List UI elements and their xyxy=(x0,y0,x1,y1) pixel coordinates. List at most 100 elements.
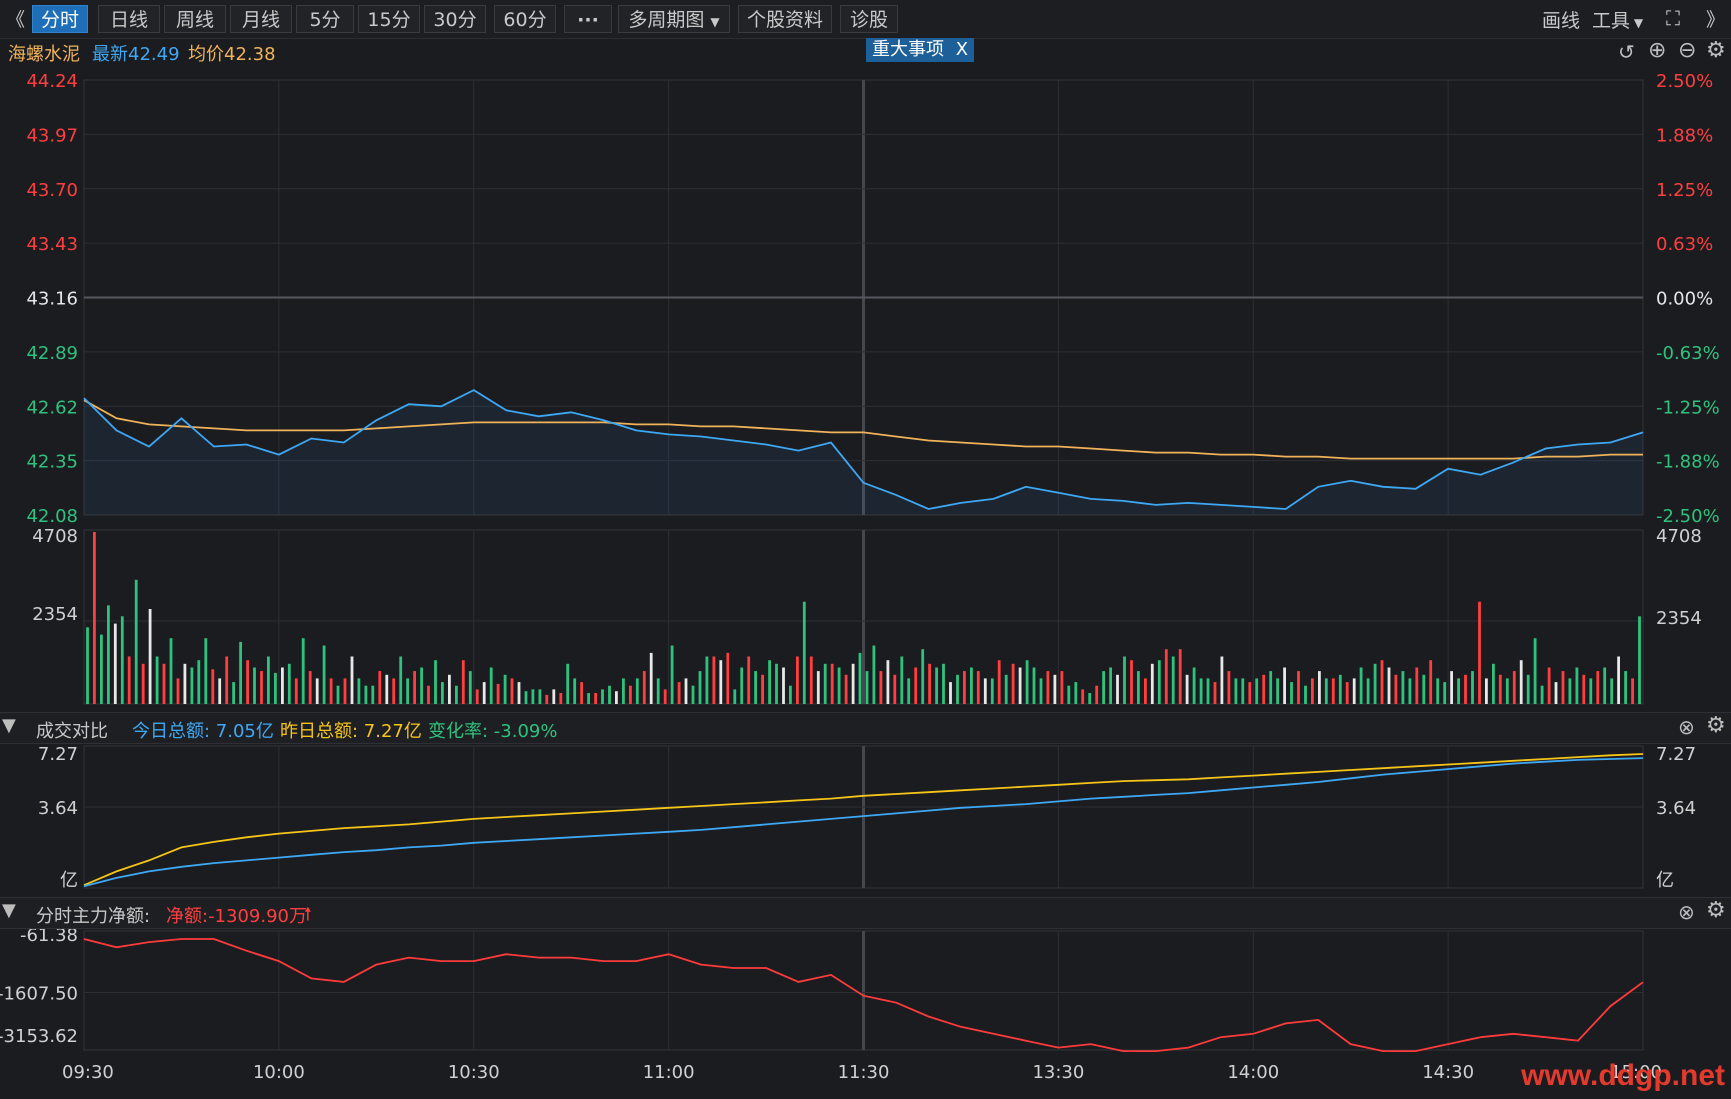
volume-bar xyxy=(225,656,229,704)
volume-bar xyxy=(141,663,145,704)
tab-60min[interactable]: 60分 xyxy=(494,5,556,33)
volume-bar xyxy=(684,678,688,704)
tab-intraday[interactable]: 分时 xyxy=(32,5,88,33)
volume-bar xyxy=(1039,678,1043,704)
volume-bar xyxy=(733,689,737,704)
volume-bar xyxy=(1324,678,1328,704)
volume-bar xyxy=(1512,671,1516,704)
close-icon[interactable]: ⊗ xyxy=(1678,715,1695,739)
price-line xyxy=(83,389,1644,510)
pct-tick-label: 1.25% xyxy=(1656,180,1713,201)
pct-tick-label: 2.50% xyxy=(1656,71,1713,92)
volume-bar xyxy=(1248,682,1252,704)
time-axis-label: 09:30 xyxy=(62,1062,114,1083)
volume-bar xyxy=(1150,663,1154,704)
compare-tick-label: 亿 xyxy=(1656,870,1674,891)
undo-icon[interactable]: ↺ xyxy=(1618,40,1635,64)
tab-daily[interactable]: 日线 xyxy=(98,5,160,33)
volume-bar xyxy=(663,689,667,704)
main-net-header: ▼ 分时主力净额: 净额:-1309.90万 🠕 ⊗ ⚙ xyxy=(0,897,1731,929)
volume-bar xyxy=(1547,667,1551,704)
tab-diagnosis[interactable]: 诊股 xyxy=(840,5,898,33)
yesterday-total: 昨日总额: 7.27亿 xyxy=(280,721,422,742)
volume-bar xyxy=(865,671,869,704)
volume-bar xyxy=(1436,678,1440,704)
volume-bar xyxy=(893,674,897,704)
volume-bar xyxy=(281,667,284,704)
time-axis-label: 13:30 xyxy=(1032,1062,1084,1083)
net-tick-label: -3153.62 xyxy=(0,1026,78,1047)
tab-monthly[interactable]: 月线 xyxy=(230,5,292,33)
settings-icon[interactable]: ⚙ xyxy=(1706,38,1726,63)
volume-bar xyxy=(169,638,173,704)
volume-bar xyxy=(267,656,270,704)
volume-bar xyxy=(364,685,368,704)
volume-bar xyxy=(1060,671,1064,704)
volume-bar xyxy=(1088,693,1092,704)
volume-bar xyxy=(1206,678,1210,704)
volume-bar xyxy=(517,682,521,704)
settings-icon[interactable]: ⚙ xyxy=(1706,898,1726,923)
collapse-toggle-icon[interactable]: ▼ xyxy=(2,900,16,921)
zoom-out-icon[interactable]: ⊖ xyxy=(1678,38,1696,63)
volume-bar xyxy=(211,669,215,704)
expand-right-icon[interactable]: 》 xyxy=(1706,5,1725,32)
major-events-button[interactable]: 重大事项 X xyxy=(866,38,975,62)
more-button[interactable]: ··· xyxy=(564,5,612,33)
tab-stock-profile[interactable]: 个股资料 xyxy=(738,5,832,33)
tab-15min[interactable]: 15分 xyxy=(358,5,420,33)
volume-bar xyxy=(1582,674,1586,704)
volume-bar xyxy=(1102,671,1105,704)
volume-bar xyxy=(1311,678,1314,704)
close-icon[interactable]: ⊗ xyxy=(1678,900,1695,924)
volume-bar xyxy=(1255,678,1259,704)
turnover-compare-header: ▼ 成交对比 今日总额: 7.05亿 昨日总额: 7.27亿 变化率: -3.0… xyxy=(0,712,1731,744)
volume-bar xyxy=(148,609,152,704)
time-axis-label: 10:30 xyxy=(448,1062,500,1083)
volume-bar xyxy=(1617,656,1620,704)
volume-bar xyxy=(531,689,535,704)
volume-bar xyxy=(1178,649,1182,704)
zoom-in-icon[interactable]: ⊕ xyxy=(1648,38,1666,63)
volume-bar xyxy=(475,689,479,704)
volume-bar xyxy=(1464,674,1467,704)
volume-bar xyxy=(197,660,201,704)
volume-bar xyxy=(1046,671,1050,704)
volume-bar xyxy=(552,689,556,704)
volume-bar xyxy=(1318,671,1321,704)
average-price: 均价42.38 xyxy=(188,44,276,65)
tab-5min[interactable]: 5分 xyxy=(296,5,354,33)
close-icon[interactable]: X xyxy=(956,39,968,60)
avg-price-line xyxy=(83,399,1643,460)
volume-bar xyxy=(190,667,194,704)
time-axis-label: 14:30 xyxy=(1422,1062,1474,1083)
tools-menu[interactable]: 工具 ▼ xyxy=(1592,6,1643,33)
volume-bar xyxy=(580,682,583,704)
draw-line-button[interactable]: 画线 xyxy=(1542,6,1580,33)
volume-bar xyxy=(239,641,242,704)
price-tick-label: 43.97 xyxy=(26,125,78,146)
volume-bar xyxy=(1095,685,1099,704)
volume-bar xyxy=(545,694,549,704)
panel-frame xyxy=(83,745,1644,889)
volume-bar xyxy=(970,667,973,704)
multi-period-dropdown[interactable]: 多周期图 ▼ xyxy=(618,5,730,33)
volume-bar xyxy=(176,678,180,704)
collapse-toggle-icon[interactable]: ▼ xyxy=(2,715,16,736)
volume-bar xyxy=(406,678,409,704)
volume-bar xyxy=(1638,616,1641,704)
volume-bar xyxy=(879,671,883,704)
settings-icon[interactable]: ⚙ xyxy=(1706,713,1726,738)
panel-frame xyxy=(83,79,1644,516)
pct-tick-label: -2.50% xyxy=(1656,506,1720,527)
fullscreen-icon[interactable]: ⛶ xyxy=(1666,6,1680,30)
volume-bar xyxy=(287,663,291,704)
volume-bar xyxy=(1331,678,1335,704)
volume-bar xyxy=(455,685,458,704)
tab-weekly[interactable]: 周线 xyxy=(164,5,226,33)
tab-30min[interactable]: 30分 xyxy=(424,5,486,33)
volume-bar xyxy=(740,667,744,704)
volume-bar xyxy=(253,667,256,704)
volume-bar xyxy=(134,579,138,704)
collapse-left-icon[interactable]: 《 xyxy=(6,5,25,32)
